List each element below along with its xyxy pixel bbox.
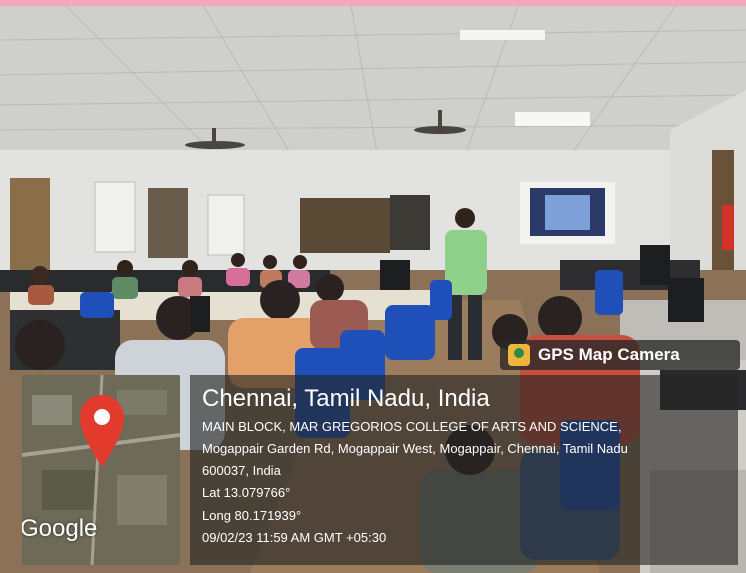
satellite-map: Google [22, 375, 180, 565]
badge-label: GPS Map Camera [538, 345, 680, 364]
address-line-2: Mogappair Garden Rd, Mogappair West, Mog… [202, 441, 628, 456]
latitude: Lat 13.079766° [202, 485, 291, 500]
address-line-3: 600037, India [202, 463, 281, 478]
classroom-photo: GPS Map Camera Google Chennai, Tamil Nad… [0, 0, 746, 573]
gps-overlay: Google Chennai, Tamil Nadu, India MAIN B… [22, 375, 738, 565]
location-info-panel: Chennai, Tamil Nadu, India MAIN BLOCK, M… [190, 375, 738, 565]
gps-map-camera-badge: GPS Map Camera [500, 340, 740, 370]
longitude: Long 80.171939° [202, 508, 302, 523]
map-camera-icon [508, 344, 530, 366]
google-watermark: Google [22, 515, 98, 542]
datetime: 09/02/23 11:59 AM GMT +05:30 [202, 530, 387, 545]
address-line-1: MAIN BLOCK, MAR GREGORIOS COLLEGE OF ART… [202, 419, 622, 434]
city-title: Chennai, Tamil Nadu, India [202, 385, 490, 412]
